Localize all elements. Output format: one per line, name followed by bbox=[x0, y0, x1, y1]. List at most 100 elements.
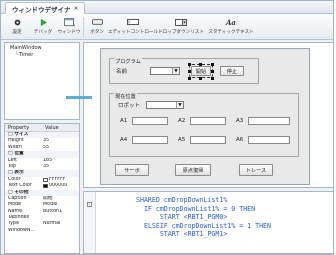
tab-title: ウィンドウデザイナ bbox=[12, 5, 71, 14]
add-window-icon: + bbox=[63, 16, 75, 28]
axis-label-a6: A6 bbox=[236, 137, 244, 143]
axis-field-a1[interactable] bbox=[132, 117, 168, 125]
axis-label-a4: A4 bbox=[120, 137, 128, 143]
start-button[interactable]: 開始 bbox=[189, 64, 213, 78]
property-value[interactable]: 35 bbox=[43, 164, 79, 170]
axis-field-a3[interactable] bbox=[248, 117, 290, 125]
resize-handle-bl[interactable] bbox=[188, 77, 191, 80]
window-label: ウィンドウ bbox=[57, 30, 81, 35]
resize-handle-br[interactable] bbox=[211, 77, 214, 80]
property-rows: □ サイズ Height 35 Width 55 □ 位置 Left 185 Top 35 □ 表示… bbox=[5, 132, 79, 234]
close-icon[interactable]: × bbox=[73, 5, 78, 12]
stop-button[interactable]: 停止 bbox=[220, 66, 244, 76]
code-line: IF cmDropDownList1% = 0 THEN bbox=[136, 205, 255, 213]
svg-text:+: + bbox=[72, 23, 75, 27]
toolbar: 設定 デバッグ + ウィンドウ ボタン エディットコントロール bbox=[1, 14, 333, 40]
axis-label-a1: A1 bbox=[120, 118, 128, 124]
button-tool-label: ボタン bbox=[90, 30, 104, 35]
axis-field-a2[interactable] bbox=[190, 117, 226, 125]
property-value[interactable]: 000000 bbox=[43, 183, 79, 189]
code-line: SHARED cmDropDownList1% bbox=[136, 196, 227, 204]
property-value-text: 55 bbox=[43, 144, 50, 150]
button-icon bbox=[91, 16, 103, 28]
servo-button[interactable]: サーボ bbox=[115, 164, 149, 176]
resize-handle-tr[interactable] bbox=[211, 63, 214, 66]
name-label: 名前 bbox=[116, 69, 128, 75]
property-name: WindowN... bbox=[8, 227, 36, 233]
code-token: cmDropDownList1% = 0 THEN bbox=[155, 204, 256, 213]
window-tree: MainWindow Timer bbox=[4, 42, 80, 120]
trace-button[interactable]: トレース bbox=[239, 164, 273, 176]
origin-return-button[interactable]: 原点復帰 bbox=[175, 164, 211, 176]
program-group: プログラム 名前 ▼ 開始 停止 bbox=[109, 58, 259, 84]
property-value[interactable] bbox=[43, 228, 79, 234]
code-token: cmDropDownList1% = 1 THEN bbox=[171, 221, 271, 230]
axis-field-a4[interactable] bbox=[132, 136, 168, 144]
property-value[interactable]: 55 bbox=[43, 145, 79, 151]
property-row[interactable]: WindowN... bbox=[5, 228, 79, 234]
name-dropdown[interactable]: ▼ bbox=[150, 67, 180, 75]
code-token: SHARED cmDropDownList1% bbox=[136, 196, 228, 204]
dropdown-list-label: ドロップダウンリスト bbox=[158, 30, 204, 35]
robot-label: ロボット bbox=[118, 103, 141, 109]
chevron-down-icon: ▼ bbox=[176, 102, 183, 108]
code-line: ELSEIF cmDropDownList1% = 1 THEN bbox=[136, 222, 271, 230]
property-value-text: 35 bbox=[43, 163, 50, 169]
chevron-down-icon: ▼ bbox=[172, 68, 179, 74]
resize-handle-tl[interactable] bbox=[188, 63, 191, 66]
code-editor[interactable]: - SHARED cmDropDownList1% IF cmDropDownL… bbox=[83, 191, 334, 254]
color-swatch bbox=[43, 184, 48, 189]
edit-control-label: エディットコントロール bbox=[107, 30, 159, 35]
code-token: ELSEIF bbox=[136, 221, 172, 230]
axis-field-a6[interactable] bbox=[248, 136, 290, 144]
robot-dropdown[interactable]: ▼ bbox=[146, 101, 184, 109]
title-bar: ウィンドウデザイナ × bbox=[1, 1, 333, 14]
property-value-text: 000000 bbox=[49, 183, 68, 189]
pointer-arrow bbox=[66, 96, 92, 99]
tree-item-mainwindow[interactable]: MainWindow bbox=[7, 45, 77, 52]
editor-gutter: - bbox=[84, 192, 96, 253]
tab-window-designer[interactable]: ウィンドウデザイナ × bbox=[5, 2, 86, 14]
window-designer: ウィンドウデザイナ × 設定 デバッグ + ウィンドウ bbox=[0, 0, 334, 255]
resize-handle-b[interactable] bbox=[199, 77, 202, 80]
axis-field-a5[interactable] bbox=[190, 136, 226, 144]
design-surface: プログラム 名前 ▼ 開始 停止 現在位置 ロボット ▼ A1 A2 A3 A4… bbox=[83, 42, 334, 188]
svg-text:Aa: Aa bbox=[225, 18, 236, 26]
window-button[interactable]: + ウィンドウ bbox=[55, 16, 83, 35]
program-group-title: プログラム bbox=[114, 58, 142, 65]
axis-label-a2: A2 bbox=[178, 118, 186, 124]
resize-handle-r[interactable] bbox=[211, 70, 214, 73]
debug-label: デバッグ bbox=[33, 30, 53, 35]
settings-button[interactable]: 設定 bbox=[3, 16, 31, 35]
code-line: START <RBT1_PGM1> bbox=[136, 230, 228, 238]
properties-panel: Property Value □ サイズ Height 35 Width 55 □ 位置 L… bbox=[4, 123, 80, 254]
settings-label: 設定 bbox=[12, 30, 22, 35]
value-column-header: Value bbox=[45, 125, 59, 131]
code-token: START <RBT1_PGM0> bbox=[136, 213, 228, 221]
fold-toggle-icon[interactable]: - bbox=[87, 202, 92, 207]
code-token: IF bbox=[136, 204, 156, 213]
resize-handle-t[interactable] bbox=[199, 63, 202, 66]
textbox-icon bbox=[127, 16, 139, 28]
properties-header: Property Value bbox=[5, 124, 79, 132]
color-swatch bbox=[43, 177, 48, 182]
static-text-label: スタティックテキスト bbox=[208, 30, 254, 35]
edit-control-tool[interactable]: エディットコントロール bbox=[108, 16, 158, 35]
code-token: START <RBT1_PGM1> bbox=[136, 230, 228, 238]
axis-label-a3: A3 bbox=[236, 118, 244, 124]
dropdown-list-tool[interactable]: ドロップダウンリスト bbox=[158, 16, 204, 35]
tree-item-timer[interactable]: Timer bbox=[7, 52, 77, 59]
position-group: 現在位置 ロボット ▼ A1 A2 A3 A4 A5 A6 bbox=[109, 93, 299, 157]
axis-label-a5: A5 bbox=[178, 137, 186, 143]
gear-icon bbox=[13, 16, 22, 28]
static-text-tool[interactable]: Aa スタティックテキスト bbox=[208, 16, 254, 35]
position-group-title: 現在位置 bbox=[114, 93, 137, 100]
dropdown-icon bbox=[175, 16, 187, 28]
debug-button[interactable]: デバッグ bbox=[29, 16, 57, 35]
form-preview: プログラム 名前 ▼ 開始 停止 現在位置 ロボット ▼ A1 A2 A3 A4… bbox=[100, 48, 310, 185]
button-tool[interactable]: ボタン bbox=[83, 16, 111, 35]
resize-handle-l[interactable] bbox=[188, 70, 191, 73]
text-icon: Aa bbox=[225, 16, 237, 28]
code-line: START <RBT1_PGM0> bbox=[136, 213, 228, 221]
property-column-header: Property bbox=[8, 125, 30, 131]
